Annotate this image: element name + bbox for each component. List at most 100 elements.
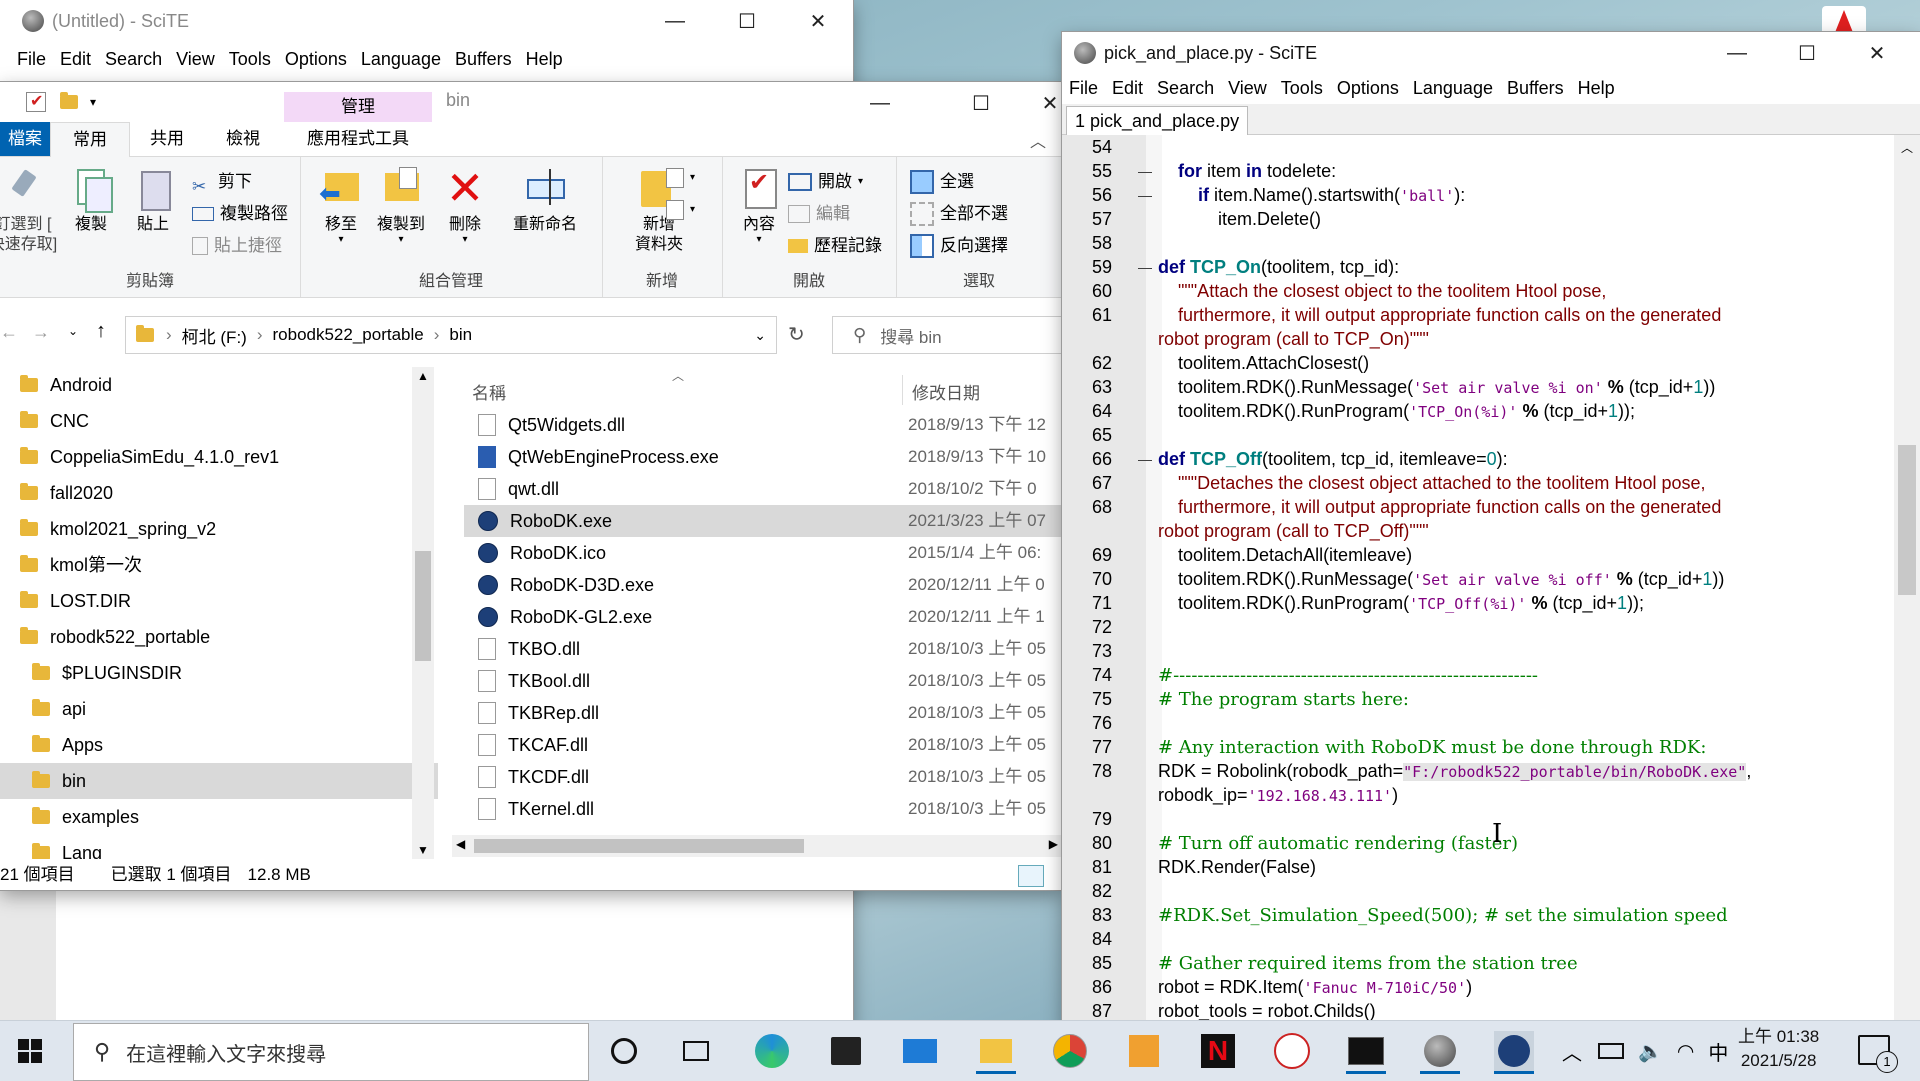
scroll-thumb[interactable]: [415, 551, 431, 661]
file-row-tkbool[interactable]: TKBool.dll 2018/10/3 上午 05: [464, 665, 1062, 697]
battery-icon[interactable]: [1598, 1043, 1624, 1059]
history-button[interactable]: 歷程記錄: [788, 231, 882, 261]
scroll-down-icon[interactable]: ▼: [417, 843, 429, 857]
anime-app-icon[interactable]: [1272, 1031, 1312, 1071]
scite-taskbar-icon[interactable]: [1420, 1031, 1460, 1074]
file-explorer-taskbar-icon[interactable]: [976, 1031, 1016, 1074]
file-row-robodk-exe[interactable]: RoboDK.exe 2021/3/23 上午 07: [464, 505, 1062, 537]
tree-item-android[interactable]: Android: [0, 367, 432, 403]
wifi-icon[interactable]: ◠: [1677, 1039, 1694, 1064]
maximize-button[interactable]: ☐: [1772, 32, 1842, 74]
paste-shortcut-button[interactable]: 貼上捷徑: [192, 231, 282, 261]
scroll-left-icon[interactable]: ◀: [456, 837, 465, 851]
cut-button[interactable]: ✂ 剪下: [192, 167, 252, 197]
tree-item-fall2020[interactable]: fall2020: [0, 475, 432, 511]
horizontal-scrollbar[interactable]: ◀ ▶: [452, 835, 1062, 857]
store-icon[interactable]: [826, 1031, 866, 1071]
mail-icon[interactable]: [900, 1031, 940, 1071]
tree-item-apps[interactable]: Apps: [0, 727, 438, 763]
properties-button[interactable]: ✔ 內容 ▾: [728, 165, 790, 245]
menu-search[interactable]: Search: [1150, 72, 1221, 104]
ide-i-icon[interactable]: [1124, 1031, 1164, 1071]
editor-area[interactable]: [0, 890, 853, 1020]
manage-tab[interactable]: 管理: [284, 92, 432, 122]
menu-help[interactable]: Help: [519, 43, 570, 75]
rename-button[interactable]: 重新命名: [500, 165, 590, 235]
copy-to-button[interactable]: 複製到 ▾: [370, 165, 432, 245]
breadcrumb-robodk522[interactable]: robodk522_portable: [273, 325, 424, 345]
delete-button[interactable]: ✕ 刪除 ▾: [434, 165, 496, 245]
address-dropdown-icon[interactable]: ⌄: [754, 327, 766, 344]
ime-indicator[interactable]: 中: [1708, 1037, 1728, 1066]
menu-tools[interactable]: Tools: [222, 43, 278, 75]
quick-access-dropdown-icon[interactable]: ▾: [90, 95, 96, 109]
menu-language[interactable]: Language: [354, 43, 448, 75]
menu-options[interactable]: Options: [1330, 72, 1406, 104]
copy-path-button[interactable]: 複製路徑: [192, 199, 288, 229]
menu-edit[interactable]: Edit: [53, 43, 98, 75]
new-item-button[interactable]: ▾: [666, 163, 695, 193]
explorer-titlebar[interactable]: ✔ ▾ 管理 bin — ☐ ✕: [0, 82, 1062, 122]
file-row-robodk-d3d[interactable]: RoboDK-D3D.exe 2020/12/11 上午 0: [464, 569, 1062, 601]
scroll-thumb[interactable]: [1898, 445, 1916, 595]
editor-scrollbar[interactable]: ︿: [1894, 135, 1920, 1030]
menu-file[interactable]: File: [10, 43, 53, 75]
menu-buffers[interactable]: Buffers: [1500, 72, 1571, 104]
search-bin-input[interactable]: ⚲ 搜尋 bin: [832, 316, 1062, 354]
tree-item-coppeliasim[interactable]: CoppeliaSimEdu_4.1.0_rev1: [0, 439, 432, 475]
file-explorer-window[interactable]: ✔ ▾ 管理 bin — ☐ ✕ 檔案 常用 共用 檢視 應用程式工具 ︿ 釘選…: [0, 82, 1062, 890]
maximize-button[interactable]: ☐: [712, 0, 782, 42]
tree-item-kmol2021[interactable]: kmol2021_spring_v2: [0, 511, 432, 547]
scite-pick-and-place-window[interactable]: pick_and_place.py - SciTE — ☐ ✕ File Edi…: [1062, 32, 1920, 1030]
paste-button[interactable]: 貼上: [122, 165, 184, 235]
refresh-icon[interactable]: ↻: [788, 322, 805, 347]
easy-access-button[interactable]: ▾: [666, 195, 695, 225]
file-row-tkbo[interactable]: TKBO.dll 2018/10/3 上午 05: [464, 633, 1062, 665]
scroll-up-icon[interactable]: ︿: [1901, 139, 1913, 156]
menu-language[interactable]: Language: [1406, 72, 1500, 104]
scite-front-titlebar[interactable]: pick_and_place.py - SciTE — ☐ ✕: [1062, 32, 1920, 74]
up-arrow-icon[interactable]: ↑: [96, 320, 106, 343]
forward-arrow-icon[interactable]: →: [32, 322, 50, 343]
notification-center-icon[interactable]: 1: [1858, 1035, 1898, 1073]
edge-browser-icon[interactable]: [752, 1031, 792, 1071]
column-divider[interactable]: [902, 375, 903, 405]
back-arrow-icon[interactable]: ←: [0, 322, 18, 343]
taskbar-clock[interactable]: 上午 01:38 2021/5/28: [1738, 1025, 1819, 1073]
copy-button[interactable]: 複製: [60, 165, 122, 235]
terminal-icon[interactable]: [1346, 1031, 1386, 1074]
column-header-name[interactable]: 名稱: [472, 379, 506, 404]
edit-button[interactable]: 編輯: [788, 199, 850, 229]
tree-item-kmol-first[interactable]: kmol第一次: [0, 547, 432, 583]
tree-item-robodk522[interactable]: robodk522_portable: [0, 619, 432, 655]
scroll-up-icon[interactable]: ▲: [417, 369, 429, 383]
tab-app-tools[interactable]: 應用程式工具: [284, 122, 432, 156]
start-button[interactable]: [18, 1039, 42, 1063]
file-row-qt5widgets[interactable]: Qt5Widgets.dll 2018/9/13 下午 12: [464, 409, 1062, 441]
maximize-button[interactable]: ☐: [946, 82, 1016, 124]
open-button[interactable]: 開啟 ▾: [788, 167, 863, 197]
menu-file[interactable]: File: [1062, 72, 1105, 104]
tab-pick-and-place[interactable]: 1 pick_and_place.py: [1066, 106, 1249, 135]
menu-search[interactable]: Search: [98, 43, 169, 75]
close-button[interactable]: ✕: [1842, 32, 1912, 74]
minimize-button[interactable]: —: [1702, 32, 1772, 74]
tree-item-examples[interactable]: examples: [0, 799, 438, 835]
move-to-button[interactable]: ⬅ 移至 ▾: [310, 165, 372, 245]
tree-item-bin[interactable]: bin: [0, 763, 438, 799]
ribbon-collapse-icon[interactable]: ︿: [1030, 128, 1046, 152]
pin-quick-access-button[interactable]: 釘選到 [ 快速存取]: [0, 165, 58, 255]
scite-back-titlebar[interactable]: (Untitled) - SciTE — ☐ ✕: [0, 0, 853, 42]
menu-edit[interactable]: Edit: [1105, 72, 1150, 104]
tree-item-lang[interactable]: Lang: [0, 835, 438, 859]
tab-file[interactable]: 檔案: [0, 122, 50, 156]
scroll-right-icon[interactable]: ▶: [1049, 837, 1058, 851]
invert-selection-button[interactable]: 反向選擇: [910, 231, 1008, 261]
breadcrumb-bin[interactable]: bin: [449, 325, 472, 345]
close-button[interactable]: ✕: [783, 0, 853, 42]
file-row-tkbrep[interactable]: TKBRep.dll 2018/10/3 上午 05: [464, 697, 1062, 729]
scroll-thumb[interactable]: [474, 839, 804, 853]
tray-chevron-icon[interactable]: ︿: [1562, 1037, 1582, 1066]
select-all-button[interactable]: 全選: [910, 167, 974, 197]
menu-buffers[interactable]: Buffers: [448, 43, 519, 75]
